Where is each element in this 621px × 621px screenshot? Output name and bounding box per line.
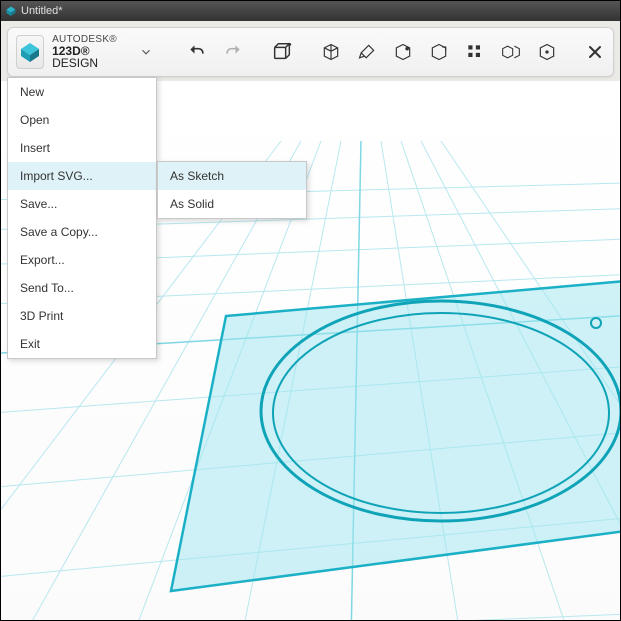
main-toolbar: AUTODESK® 123D® DESIGN <box>7 27 614 77</box>
menu-export[interactable]: Export... <box>8 246 156 274</box>
brand-product-name: DESIGN <box>52 56 98 70</box>
chevron-down-icon[interactable] <box>139 41 153 63</box>
import-svg-submenu: As Sketch As Solid <box>157 161 307 219</box>
menu-save[interactable]: Save... <box>8 190 156 218</box>
undo-button[interactable] <box>183 38 211 66</box>
brand-text: AUTODESK® 123D® DESIGN <box>52 35 123 69</box>
menu-open[interactable]: Open <box>8 106 156 134</box>
app-window: Untitled* AUTODESK® 123D® DESIGN <box>0 0 621 621</box>
app-menu: New Open Insert Import SVG... Save... Sa… <box>7 77 157 359</box>
logo-icon <box>16 35 44 69</box>
submenu-as-sketch[interactable]: As Sketch <box>158 162 306 190</box>
delete-button[interactable] <box>585 36 605 68</box>
move-tool[interactable] <box>425 38 453 66</box>
brush-tool[interactable] <box>353 38 381 66</box>
submenu-as-solid[interactable]: As Solid <box>158 190 306 218</box>
app-menu-button[interactable]: AUTODESK® 123D® DESIGN <box>16 35 133 69</box>
menu-insert[interactable]: Insert <box>8 134 156 162</box>
window-title: Untitled* <box>21 5 63 17</box>
combine-tool[interactable] <box>533 38 561 66</box>
menu-import-svg[interactable]: Import SVG... <box>8 162 156 190</box>
app-body: AUTODESK® 123D® DESIGN <box>1 21 620 620</box>
group-tool[interactable] <box>497 38 525 66</box>
cube-tool[interactable] <box>317 38 345 66</box>
menu-exit[interactable]: Exit <box>8 330 156 358</box>
titlebar: Untitled* <box>1 1 620 21</box>
app-icon <box>5 5 17 17</box>
menu-3d-print[interactable]: 3D Print <box>8 302 156 330</box>
menu-save-copy[interactable]: Save a Copy... <box>8 218 156 246</box>
array-tool[interactable] <box>461 38 489 66</box>
align-tool[interactable] <box>389 38 417 66</box>
primitives-button[interactable] <box>271 36 293 68</box>
menu-new[interactable]: New <box>8 78 156 106</box>
redo-button[interactable] <box>219 38 247 66</box>
menu-send-to[interactable]: Send To... <box>8 274 156 302</box>
